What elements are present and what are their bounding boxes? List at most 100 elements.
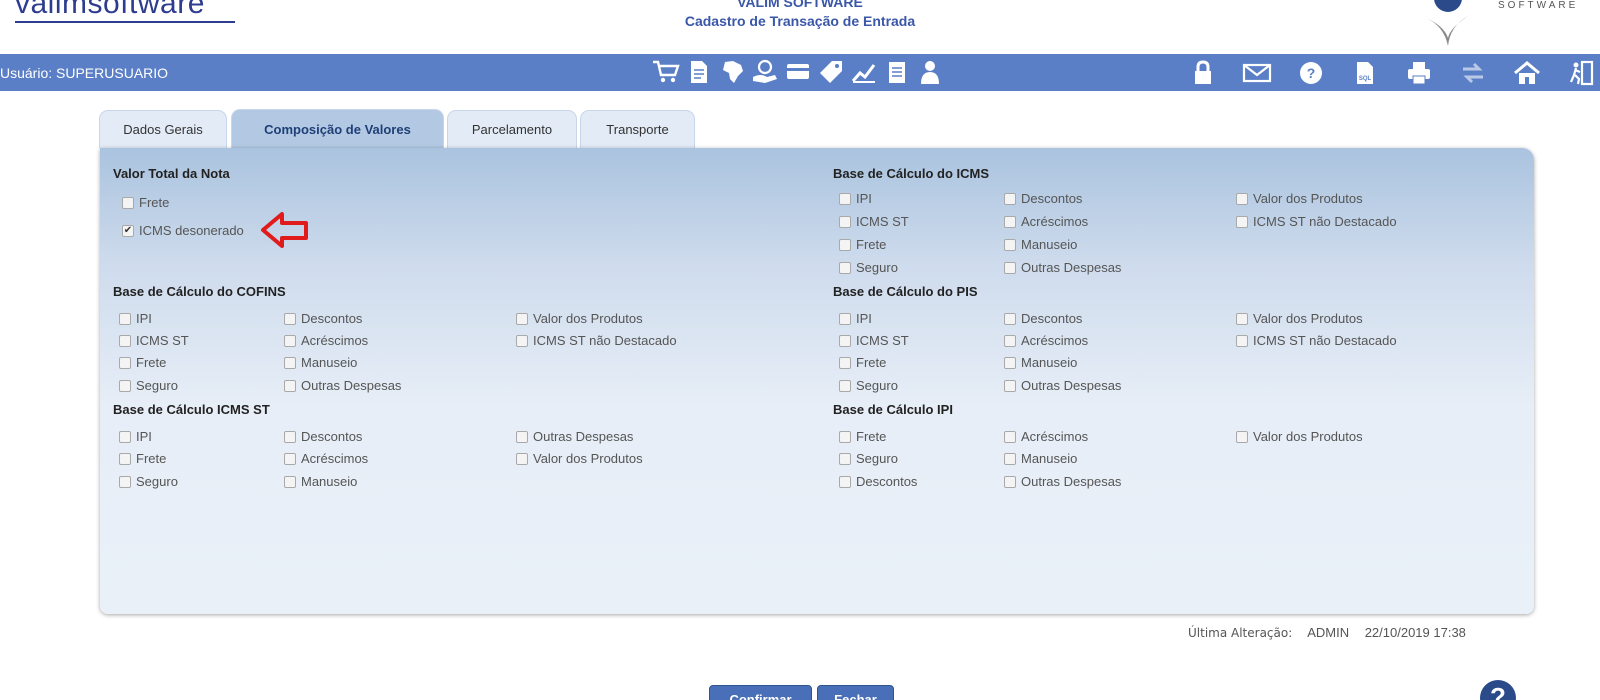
checkbox-pis-ipi[interactable]: IPI [839,311,872,326]
checkbox-icms-manuseio[interactable]: Manuseio [1004,237,1077,252]
checkbox-box[interactable] [1004,475,1016,488]
checkbox-valor-total-frete[interactable]: Frete [122,195,169,210]
checkbox-icms-st-valor-dos-produtos[interactable]: Valor dos Produtos [516,451,643,466]
map-icon[interactable] [716,58,748,86]
checkbox-icms-st-manuseio[interactable]: Manuseio [284,474,357,489]
checkbox-box[interactable] [1004,334,1016,347]
checkbox-cofins-manuseio[interactable]: Manuseio [284,355,357,370]
checkbox-icms-descontos[interactable]: Descontos [1004,191,1082,206]
document-icon[interactable] [683,58,715,86]
checkbox-ipi-seguro[interactable]: Seguro [839,451,898,466]
checkbox-box[interactable] [284,356,296,369]
close-button[interactable]: Fechar [817,685,894,700]
checkbox-cofins-descontos[interactable]: Descontos [284,311,362,326]
checkbox-box[interactable] [839,356,851,369]
checkbox-box[interactable] [284,312,296,325]
chart-icon[interactable] [848,58,880,86]
checkbox-icms-frete[interactable]: Frete [839,237,886,252]
checkbox-pis-icms-st[interactable]: ICMS ST [839,333,909,348]
checkbox-icms-seguro[interactable]: Seguro [839,260,898,275]
checkbox-box[interactable] [1236,192,1248,205]
card-icon[interactable] [782,58,814,86]
checkbox-icms-st-outras-despesas[interactable]: Outras Despesas [516,429,633,444]
checkbox-box[interactable] [1236,215,1248,228]
checkbox-icms-icms-st-nao-destacado[interactable]: ICMS ST não Destacado [1236,214,1397,229]
checkbox-box[interactable] [1004,192,1016,205]
checkbox-icms-icms-st[interactable]: ICMS ST [839,214,909,229]
checkbox-box[interactable] [1236,312,1248,325]
checkbox-icms-st-acrescimos[interactable]: Acréscimos [284,451,368,466]
checkbox-icms-ipi[interactable]: IPI [839,191,872,206]
checkbox-box[interactable] [284,475,296,488]
checkbox-box[interactable] [839,238,851,251]
checkbox-box[interactable] [839,312,851,325]
checkbox-icms-valor-dos-produtos[interactable]: Valor dos Produtos [1236,191,1363,206]
checkbox-pis-manuseio[interactable]: Manuseio [1004,355,1077,370]
checkbox-ipi-acrescimos[interactable]: Acréscimos [1004,429,1088,444]
checkbox-box[interactable] [122,196,134,209]
checkbox-valor-total-icms-desonerado[interactable]: ICMS desonerado [122,223,244,238]
checkbox-box[interactable] [284,452,296,465]
checkbox-box[interactable] [284,379,296,392]
checkbox-pis-icms-st-nao-destacado[interactable]: ICMS ST não Destacado [1236,333,1397,348]
checkbox-box[interactable] [1004,452,1016,465]
checkbox-box[interactable] [1236,334,1248,347]
checkbox-box[interactable] [1004,215,1016,228]
swap-icon[interactable] [1452,59,1494,87]
tag-icon[interactable] [815,58,847,86]
help-icon[interactable]: ? [1290,59,1332,87]
checkbox-box[interactable] [1004,261,1016,274]
checkbox-ipi-manuseio[interactable]: Manuseio [1004,451,1077,466]
tab-transporte[interactable]: Transporte [580,110,695,148]
home-icon[interactable] [1506,59,1548,87]
checkbox-pis-acrescimos[interactable]: Acréscimos [1004,333,1088,348]
checkbox-box[interactable] [119,356,131,369]
exit-icon[interactable] [1560,59,1600,87]
checkbox-icms-st-descontos[interactable]: Descontos [284,429,362,444]
checkbox-cofins-icms-st-nao-destacado[interactable]: ICMS ST não Destacado [516,333,677,348]
checkbox-cofins-outras-despesas[interactable]: Outras Despesas [284,378,401,393]
checkbox-box[interactable] [119,475,131,488]
checkbox-ipi-descontos[interactable]: Descontos [839,474,917,489]
checkbox-box[interactable] [1004,379,1016,392]
checkbox-pis-frete[interactable]: Frete [839,355,886,370]
checkbox-pis-seguro[interactable]: Seguro [839,378,898,393]
checkbox-cofins-valor-dos-produtos[interactable]: Valor dos Produtos [516,311,643,326]
user-icon[interactable] [914,58,946,86]
checkbox-box[interactable] [119,334,131,347]
checkbox-cofins-seguro[interactable]: Seguro [119,378,178,393]
checkbox-box[interactable] [839,192,851,205]
checkbox-ipi-frete[interactable]: Frete [839,429,886,444]
checkbox-box[interactable] [516,312,528,325]
checkbox-box[interactable] [1004,430,1016,443]
checkbox-cofins-frete[interactable]: Frete [119,355,166,370]
checkbox-pis-outras-despesas[interactable]: Outras Despesas [1004,378,1121,393]
report-icon[interactable] [881,58,913,86]
checkbox-cofins-acrescimos[interactable]: Acréscimos [284,333,368,348]
checkbox-pis-descontos[interactable]: Descontos [1004,311,1082,326]
checkbox-box[interactable] [839,452,851,465]
checkbox-box[interactable] [516,452,528,465]
mail-icon[interactable] [1236,59,1278,87]
checkbox-box[interactable] [1004,312,1016,325]
cart-icon[interactable] [650,58,682,86]
tab-parcelamento[interactable]: Parcelamento [447,110,577,148]
checkbox-pis-valor-dos-produtos[interactable]: Valor dos Produtos [1236,311,1363,326]
checkbox-ipi-valor-dos-produtos[interactable]: Valor dos Produtos [1236,429,1363,444]
sql-file-icon[interactable]: SQL [1344,59,1386,87]
checkbox-box[interactable] [1004,356,1016,369]
checkbox-icms-st-seguro[interactable]: Seguro [119,474,178,489]
checkbox-icms-acrescimos[interactable]: Acréscimos [1004,214,1088,229]
tab-composicao-de-valores[interactable]: Composição de Valores [231,109,444,149]
confirm-button[interactable]: Confirmar [709,685,812,700]
checkbox-box[interactable] [839,379,851,392]
checkbox-ipi-outras-despesas[interactable]: Outras Despesas [1004,474,1121,489]
checkbox-icms-st-frete[interactable]: Frete [119,451,166,466]
checkbox-box[interactable] [1004,238,1016,251]
checkbox-box[interactable] [839,430,851,443]
help-circle-icon[interactable]: ? [1480,680,1516,700]
money-hand-icon[interactable] [749,58,781,86]
tab-dados-gerais[interactable]: Dados Gerais [99,110,227,148]
checkbox-box[interactable] [119,452,131,465]
checkbox-box[interactable] [1236,430,1248,443]
